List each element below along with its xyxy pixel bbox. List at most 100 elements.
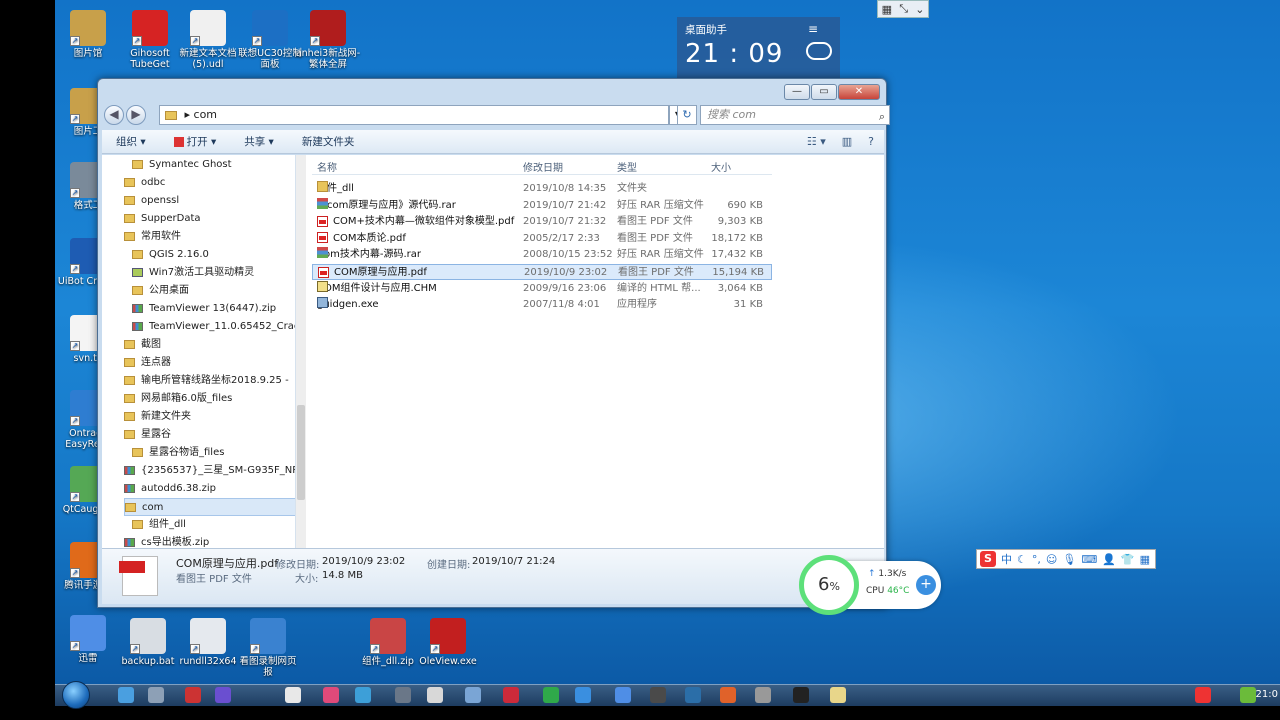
skin-icon[interactable]: 👕: [1121, 553, 1135, 566]
navigation-scrollbar[interactable]: [296, 155, 306, 548]
view-options-icon[interactable]: ☷ ▾: [807, 135, 826, 148]
organize-button[interactable]: 组织 ▾: [102, 134, 160, 149]
taskbar-app-icon[interactable]: [830, 687, 846, 703]
nav-tree-item[interactable]: 星露谷物语_files: [132, 444, 295, 462]
nav-tree-item[interactable]: cs导出模板.zip: [124, 534, 295, 548]
nav-tree-item[interactable]: 星露谷: [124, 426, 295, 444]
desktop-icon[interactable]: ↗ rundll32x64: [175, 618, 241, 667]
taskbar-app-icon[interactable]: [685, 687, 701, 703]
desktop-icon[interactable]: ↗ Gihosoft TubeGet: [117, 10, 183, 70]
nav-tree-item[interactable]: {2356537}_三星_SM-G935F_NRD9: [124, 462, 295, 480]
nav-tree-item[interactable]: odbc: [124, 174, 295, 192]
taskbar-app-icon[interactable]: [215, 687, 231, 703]
maximize-button[interactable]: ▭: [811, 84, 837, 100]
nav-tree-item[interactable]: TeamViewer_11.0.65452_Crack.z: [132, 318, 295, 336]
nav-tree-item[interactable]: 组件_dll: [132, 516, 295, 534]
ime-toolbar[interactable]: S 中 ☾ °, ☺ 🎙 ⌨ 👤 👕 ▦: [976, 549, 1156, 569]
ime-mode[interactable]: 中: [1001, 551, 1012, 567]
column-date[interactable]: 修改日期: [523, 159, 563, 174]
scrollbar-thumb[interactable]: [297, 405, 305, 500]
desktop-icon[interactable]: ↗ 联想UC30控制面板: [237, 10, 303, 70]
taskbar-app-icon[interactable]: [503, 687, 519, 703]
file-row[interactable]: COM原理与应用.pdf 2019/10/9 23:02 看图王 PDF 文件 15,…: [312, 264, 772, 280]
taskbar-app-icon[interactable]: [793, 687, 809, 703]
menu-icon[interactable]: ≡: [808, 22, 818, 36]
nav-tree-item[interactable]: 输电所管辖线路坐标2018.9.25 - （i: [124, 372, 295, 390]
nav-tree-item[interactable]: autodd6.38.zip: [124, 480, 295, 498]
desktop-icon[interactable]: ↗ 新建文本文档 (5).udl: [175, 10, 241, 70]
desktop-icon[interactable]: ↗ 组件_dll.zip: [355, 618, 421, 667]
taskbar-app-icon[interactable]: [355, 687, 371, 703]
taskbar-app-icon[interactable]: [427, 687, 443, 703]
user-icon[interactable]: 👤: [1102, 553, 1116, 566]
taskbar-app-icon[interactable]: [543, 687, 559, 703]
taskbar-app-icon[interactable]: [118, 687, 134, 703]
nav-tree-item[interactable]: 公用桌面: [132, 282, 295, 300]
new-folder-button[interactable]: 新建文件夹: [288, 134, 369, 149]
weather-gadget[interactable]: 桌面助手 ≡ 21 : 09: [677, 17, 840, 81]
file-row[interactable]: 组件_dll 2019/10/8 14:35 文件夹: [312, 181, 772, 197]
nav-tree-item[interactable]: 连点器: [124, 354, 295, 372]
file-row[interactable]: 《com原理与应用》源代码.rar 2019/10/7 21:42 好压 RAR 压…: [312, 197, 772, 214]
file-row[interactable]: guidgen.exe 2007/11/8 4:01 应用程序 31 KB: [312, 297, 772, 313]
desktop-icon[interactable]: ↗ 图片馆: [55, 10, 121, 59]
taskbar-app-icon[interactable]: [285, 687, 301, 703]
search-input[interactable]: 搜索 com ⌕: [700, 105, 890, 125]
microphone-icon[interactable]: 🎙: [1062, 553, 1076, 566]
nav-tree-item[interactable]: QGIS 2.16.0: [132, 246, 295, 264]
grid-menu-icon[interactable]: ▦: [1140, 553, 1150, 566]
chevron-down-icon[interactable]: ⌄: [915, 3, 924, 16]
taskbar-app-icon[interactable]: [755, 687, 771, 703]
taskbar-app-icon[interactable]: [650, 687, 666, 703]
sogou-icon[interactable]: S: [980, 551, 996, 567]
nav-tree-item[interactable]: 网易邮箱6.0版_files: [124, 390, 295, 408]
clock[interactable]: 21:0: [1256, 689, 1278, 700]
column-name[interactable]: 名称: [317, 159, 337, 174]
taskbar-app-icon[interactable]: [1240, 687, 1256, 703]
preview-pane-icon[interactable]: ▥: [842, 135, 852, 148]
taskbar-app-icon[interactable]: [323, 687, 339, 703]
share-button[interactable]: 共享 ▾: [230, 134, 288, 149]
desktop-icon[interactable]: ↗ anhei3新战网-繁体全屏: [295, 10, 361, 70]
nav-tree-item[interactable]: openssl: [124, 192, 295, 210]
taskbar-app-icon[interactable]: [148, 687, 164, 703]
taskbar-app-icon[interactable]: [720, 687, 736, 703]
column-type[interactable]: 类型: [617, 159, 637, 174]
desktop-icon[interactable]: ↗ 迅雷: [55, 615, 121, 664]
emoji-icon[interactable]: ☺: [1046, 553, 1057, 566]
close-button[interactable]: ✕: [838, 84, 880, 100]
open-button[interactable]: 打开 ▾: [160, 134, 231, 149]
help-icon[interactable]: ?: [868, 135, 874, 148]
desktop-icon[interactable]: ↗ OleView.exe: [415, 618, 481, 667]
file-row[interactable]: COM本质论.pdf 2005/2/17 2:33 看图王 PDF 文件 18,172…: [312, 231, 772, 247]
address-bar[interactable]: ▸ com: [159, 105, 669, 125]
nav-tree-item[interactable]: 新建文件夹: [124, 408, 295, 426]
nav-tree-item[interactable]: com: [124, 498, 295, 516]
file-row[interactable]: Com技术内幕-源码.rar 2008/10/15 23:52 好压 RAR 压缩文…: [312, 247, 772, 263]
explorer-window[interactable]: — ▭ ✕ ◀ ▶ ▸ com ▼ ↻ 搜索 com ⌕ 组织 ▾ 打开 ▾ 共…: [97, 78, 890, 608]
taskbar-app-icon[interactable]: [185, 687, 201, 703]
nav-tree-item[interactable]: Symantec Ghost: [132, 156, 295, 174]
breadcrumb[interactable]: com: [194, 108, 218, 121]
speed-widget[interactable]: 6% ↑ 1.3K/s CPU 46°C +: [799, 555, 941, 615]
moon-icon[interactable]: ☾: [1017, 553, 1027, 566]
minimize-button[interactable]: —: [784, 84, 810, 100]
search-icon[interactable]: ⌕: [879, 108, 885, 126]
taskbar-app-icon[interactable]: [1195, 687, 1211, 703]
punctuation-icon[interactable]: °,: [1032, 553, 1041, 566]
nav-tree-item[interactable]: SupperData: [124, 210, 295, 228]
column-size[interactable]: 大小: [711, 159, 731, 174]
taskbar-app-icon[interactable]: [575, 687, 591, 703]
speedup-plus-button[interactable]: +: [916, 575, 936, 595]
taskbar-app-icon[interactable]: [465, 687, 481, 703]
desktop-icon[interactable]: ↗ backup.bat: [115, 618, 181, 667]
back-button[interactable]: ◀: [104, 105, 124, 125]
grid-icon[interactable]: ▦: [882, 3, 892, 16]
nav-tree-item[interactable]: 常用软件: [124, 228, 295, 246]
desktop-icon[interactable]: ↗ 看图录制网页报: [235, 618, 301, 678]
nav-tree-item[interactable]: TeamViewer 13(6447).zip: [132, 300, 295, 318]
nav-tree-item[interactable]: Win7激活工具驱动精灵: [132, 264, 295, 282]
mini-window-controls[interactable]: ▦ ⤡ ⌄: [877, 0, 929, 18]
taskbar-app-icon[interactable]: [615, 687, 631, 703]
start-button[interactable]: [62, 681, 90, 709]
